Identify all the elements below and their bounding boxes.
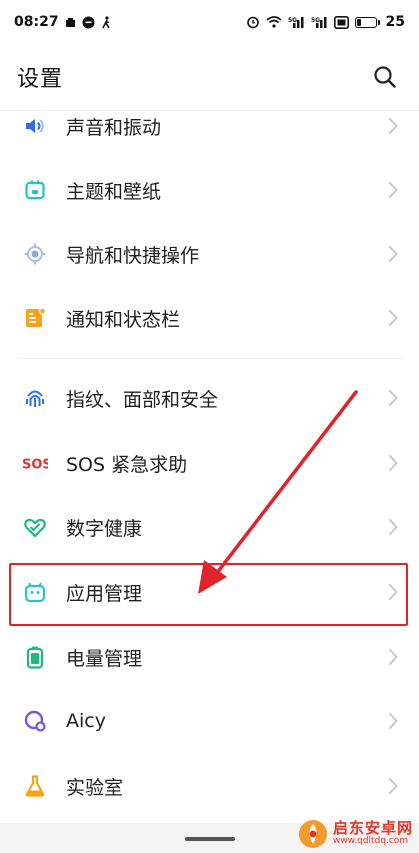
digital-health-icon [22,514,48,540]
chevron-right-icon [387,776,399,796]
settings-item-digital-health[interactable]: 数字健康 [0,495,419,559]
navigation-icon [22,241,48,267]
chevron-right-icon [387,388,399,408]
chevron-right-icon [387,711,399,731]
chevron-right-icon [387,453,399,473]
speaker-icon [22,113,48,139]
message-icon [82,16,95,29]
download-icon [65,17,76,28]
alarm-icon [246,15,260,29]
signal-icon: 5G [288,16,305,28]
chevron-right-icon [387,308,399,328]
settings-item-label: 通知和状态栏 [66,308,181,331]
settings-item-notification[interactable]: 通知和状态栏 [0,286,419,350]
battery-management-icon [22,644,48,670]
chevron-right-icon [387,517,399,537]
settings-item-label: SOS 紧急求助 [66,453,188,476]
status-time: 08:27 [14,14,59,30]
sos-icon: SOS [22,450,48,476]
settings-item-security[interactable]: 指纹、面部和安全 [0,366,419,430]
settings-item-app-management[interactable]: 应用管理 [0,560,419,624]
hd-icon [333,15,349,29]
settings-item-navigation[interactable]: 导航和快捷操作 [0,222,419,286]
battery-level: 25 [385,14,405,30]
settings-item-lab[interactable]: 实验室 [0,754,419,818]
svg-text:5G: 5G [311,17,320,24]
settings-item-label: 实验室 [66,776,124,799]
group-divider [17,358,402,359]
navigation-bar [0,823,419,853]
home-indicator[interactable] [185,837,235,841]
settings-item-battery[interactable]: 电量管理 [0,625,419,689]
settings-item-label: Aicy [66,710,106,732]
settings-item-sos[interactable]: SOS SOS 紧急求助 [0,431,419,495]
signal-icon-2: 5G [311,16,328,28]
settings-item-label: 主题和壁纸 [66,180,162,203]
fingerprint-icon [22,385,48,411]
settings-item-label: 声音和振动 [66,116,162,139]
settings-item-label: 导航和快捷操作 [66,244,200,267]
svg-text:5G: 5G [288,17,297,24]
chevron-right-icon [387,244,399,264]
chevron-right-icon [387,180,399,200]
chevron-right-icon [387,116,399,136]
settings-item-aicy[interactable]: Aicy [0,689,419,753]
settings-item-sound[interactable]: 声音和振动 [0,94,419,158]
search-icon [374,66,396,88]
chevron-right-icon [387,647,399,667]
aicy-icon [22,708,48,734]
notification-icon [22,305,48,331]
svg-text:SOS: SOS [22,458,48,473]
settings-item-label: 数字健康 [66,517,143,540]
walking-icon [101,15,112,29]
settings-item-label: 应用管理 [66,582,143,605]
lab-icon [22,773,48,799]
chevron-right-icon [387,582,399,602]
wifi-icon [265,16,282,28]
app-management-icon [22,579,48,605]
settings-item-label: 电量管理 [66,647,143,670]
settings-item-theme[interactable]: 主题和壁纸 [0,158,419,222]
theme-icon [22,177,48,203]
status-bar: 08:27 5G 5G 25 [0,0,419,44]
page-title: 设置 [17,67,64,92]
search-button[interactable] [369,61,401,93]
battery-icon [354,16,380,28]
settings-item-label: 指纹、面部和安全 [66,388,219,411]
